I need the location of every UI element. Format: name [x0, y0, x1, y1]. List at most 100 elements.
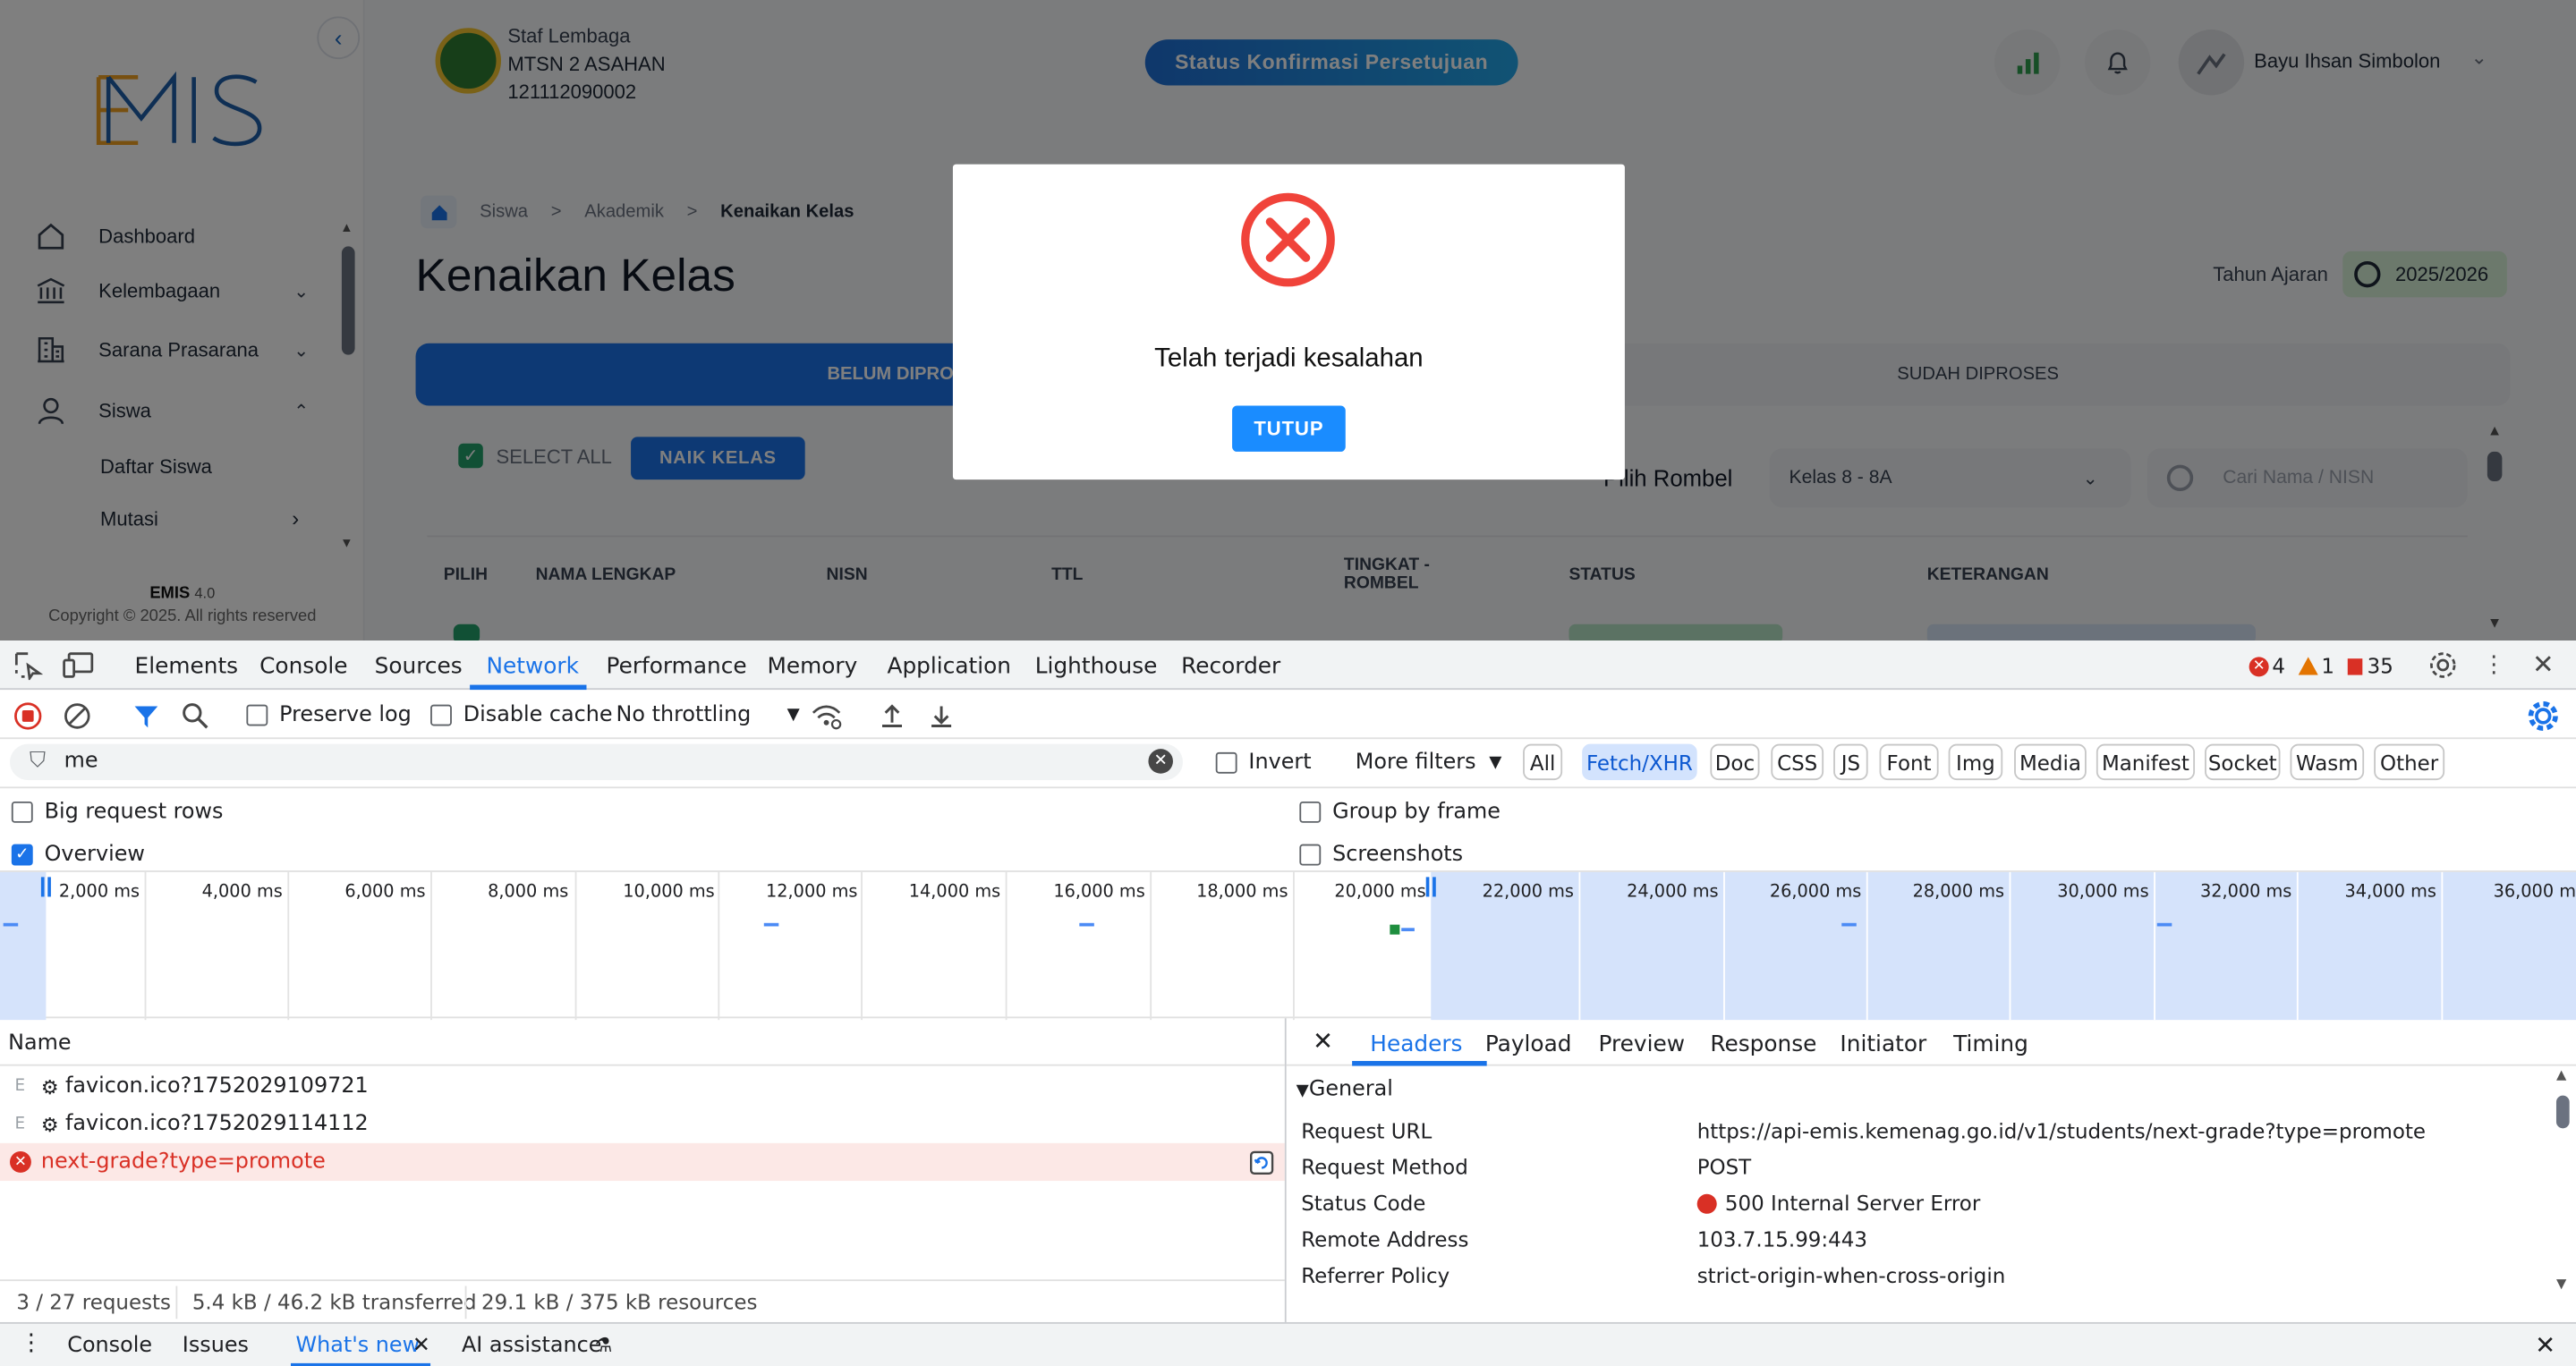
issues-icon	[2347, 658, 2363, 675]
active-tab-indicator	[1352, 1061, 1487, 1066]
type-filter-manifest[interactable]: Manifest	[2096, 743, 2196, 781]
record-stop-icon[interactable]	[13, 701, 43, 731]
detail-tab-payload[interactable]: Payload	[1485, 1031, 1572, 1057]
header-key: Remote Address	[1301, 1226, 1469, 1252]
drawer-tab-console[interactable]: Console	[67, 1334, 152, 1359]
more-options-icon[interactable]: ⋮	[2482, 650, 2505, 680]
request-row[interactable]: E ⚙ favicon.ico?1752029109721	[0, 1067, 1285, 1105]
panel-tab-lighthouse[interactable]: Lighthouse	[1035, 654, 1158, 680]
checkbox	[1215, 751, 1237, 774]
request-row-error[interactable]: ✕ next-grade?type=promote	[0, 1142, 1285, 1182]
tutup-button[interactable]: TUTUP	[1232, 405, 1346, 452]
panel-tab-network[interactable]: Network	[486, 654, 579, 680]
expand-icon: E	[14, 1077, 26, 1096]
drawer-tab-ai-assistance[interactable]: AI assistance	[462, 1334, 601, 1359]
timeline-tick: 28,000 ms	[1912, 881, 2005, 902]
settings-gear-icon[interactable]	[2428, 650, 2458, 680]
panel-tab-application[interactable]: Application	[887, 654, 1011, 680]
big-request-rows-checkbox[interactable]: Big request rows	[11, 800, 224, 825]
filter-icon[interactable]	[132, 701, 161, 731]
search-icon[interactable]	[181, 701, 210, 731]
panel-tab-console[interactable]: Console	[259, 654, 347, 680]
timeline-tick: 30,000 ms	[2057, 881, 2149, 902]
checkbox	[430, 704, 452, 726]
panel-tab-sources[interactable]: Sources	[375, 654, 463, 680]
grid-line	[1150, 871, 1152, 1021]
checkbox	[246, 704, 268, 726]
overview-handle-left[interactable]	[40, 877, 51, 897]
replay-xhr-icon[interactable]	[1248, 1150, 1274, 1175]
detail-tab-response[interactable]: Response	[1710, 1031, 1816, 1057]
type-filter-img[interactable]: Img	[1948, 743, 2003, 781]
filter-input[interactable]: ⛉ me ✕	[10, 743, 1183, 781]
screenshots-label: Screenshots	[1332, 842, 1464, 868]
type-filter-socket[interactable]: Socket	[2205, 743, 2281, 781]
warning-count: 1	[2321, 653, 2334, 679]
type-filter-wasm[interactable]: Wasm	[2290, 743, 2365, 781]
scrollbar-thumb[interactable]	[2555, 1095, 2570, 1129]
grid-line	[430, 871, 432, 1021]
panel-tab-recorder[interactable]: Recorder	[1181, 654, 1280, 680]
invert-checkbox[interactable]: Invert	[1215, 751, 1312, 776]
detail-tab-preview[interactable]: Preview	[1599, 1031, 1686, 1057]
preserve-log-checkbox[interactable]: Preserve log	[246, 703, 412, 727]
expand-icon: E	[14, 1115, 26, 1133]
throttling-select[interactable]: No throttling ▼	[616, 703, 800, 728]
detail-tab-initiator[interactable]: Initiator	[1840, 1031, 1926, 1057]
drawer-menu-icon[interactable]: ⋮	[20, 1330, 43, 1356]
more-filters-dropdown[interactable]: More filters ▼	[1356, 751, 1502, 776]
clear-icon[interactable]	[63, 701, 92, 731]
close-drawer-icon[interactable]: ✕	[2535, 1330, 2555, 1360]
header-key: Request URL	[1301, 1118, 1433, 1143]
type-filter-doc[interactable]: Doc	[1710, 743, 1760, 781]
gear-icon: ⚙	[40, 1074, 59, 1099]
type-filter-font[interactable]: Font	[1879, 743, 1939, 781]
timeline-tick: 32,000 ms	[2199, 881, 2292, 902]
export-har-icon[interactable]	[927, 701, 956, 731]
panel-tab-elements[interactable]: Elements	[135, 654, 239, 680]
type-filter-fetch-xhr[interactable]: Fetch/XHR	[1582, 743, 1697, 781]
big-request-rows-label: Big request rows	[44, 800, 224, 825]
clear-filter-icon[interactable]: ✕	[1148, 749, 1173, 774]
screenshots-checkbox[interactable]: Screenshots	[1299, 842, 1464, 868]
type-filter-css[interactable]: CSS	[1771, 743, 1824, 781]
inspect-element-icon[interactable]	[13, 650, 43, 681]
detail-tab-headers[interactable]: Headers	[1370, 1031, 1462, 1057]
type-filter-other[interactable]: Other	[2374, 743, 2445, 781]
checkbox	[11, 801, 33, 823]
details-scrollbar[interactable]: ▲ ▼	[2551, 1067, 2574, 1322]
detail-tab-timing[interactable]: Timing	[1953, 1031, 2028, 1057]
type-filter-media[interactable]: Media	[2014, 743, 2087, 781]
type-filter-js[interactable]: JS	[1833, 743, 1868, 781]
name-header-label: Name	[8, 1031, 72, 1056]
request-row[interactable]: E ⚙ favicon.ico?1752029114112	[0, 1106, 1285, 1143]
type-filter-all[interactable]: All	[1523, 743, 1563, 781]
drawer-tab-issues[interactable]: Issues	[183, 1334, 249, 1359]
error-count: 4	[2272, 653, 2285, 679]
scroll-down-icon: ▼	[2555, 1276, 2567, 1292]
device-toolbar-icon[interactable]	[63, 650, 96, 680]
disable-cache-checkbox[interactable]: Disable cache	[430, 703, 613, 727]
close-details-icon[interactable]: ✕	[1313, 1026, 1333, 1056]
network-overview[interactable]: 2,000 ms 4,000 ms 6,000 ms 8,000 ms 10,0…	[0, 870, 2576, 1021]
name-column-header[interactable]: Name	[0, 1018, 1285, 1066]
overview-handle-right[interactable]	[1425, 877, 1436, 897]
header-key: Status Code	[1301, 1191, 1426, 1216]
group-by-frame-checkbox[interactable]: Group by frame	[1299, 800, 1501, 825]
panel-tab-memory[interactable]: Memory	[767, 654, 857, 680]
filter-value: me	[64, 749, 98, 774]
request-name: favicon.ico?1752029109721	[65, 1073, 369, 1099]
drawer-tab-whats-new[interactable]: What's new	[295, 1334, 420, 1359]
request-bar	[1079, 922, 1094, 927]
app-viewport: ‹ Dashboard Kelembagaan ⌄ Sarana Prasara…	[0, 0, 2576, 641]
panel-tab-performance[interactable]: Performance	[607, 654, 747, 680]
console-counts[interactable]: ✕ 4 1 35	[2249, 653, 2393, 679]
network-conditions-icon[interactable]	[810, 701, 843, 731]
network-settings-icon[interactable]	[2527, 700, 2560, 733]
close-devtools-icon[interactable]: ✕	[2530, 648, 2556, 679]
timeline-tick: 22,000 ms	[1482, 881, 1574, 902]
import-har-icon[interactable]	[877, 701, 906, 731]
overview-checkbox[interactable]: ✓ Overview	[11, 843, 145, 867]
close-tab-icon[interactable]: ✕	[412, 1334, 430, 1359]
general-section-header[interactable]: ▼General	[1297, 1077, 1393, 1102]
